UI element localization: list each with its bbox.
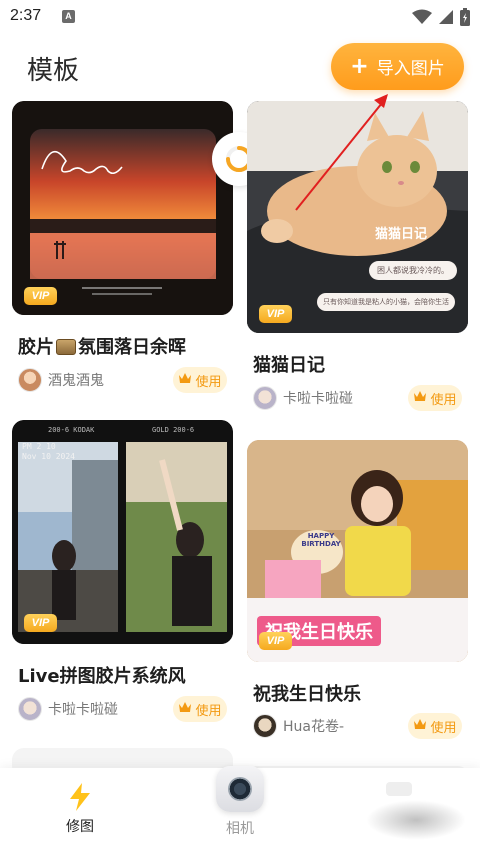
author: Hua花卷- bbox=[253, 714, 344, 738]
vip-badge: VIP bbox=[24, 287, 57, 305]
use-template-button[interactable]: 使用 bbox=[408, 713, 462, 739]
battery-icon bbox=[460, 8, 470, 26]
template-title: 猫猫日记 bbox=[253, 355, 325, 376]
vip-badge: VIP bbox=[24, 614, 57, 632]
author-name: Hua花卷- bbox=[283, 719, 345, 735]
status-time: 2:37 bbox=[10, 7, 42, 24]
sunset-film-image bbox=[12, 101, 233, 315]
cat-diary-heading: 猫猫日记 bbox=[375, 227, 428, 242]
crown-icon bbox=[413, 718, 427, 734]
nav-edit[interactable]: 修图 bbox=[60, 782, 100, 836]
lightning-icon bbox=[70, 783, 90, 811]
import-image-label: 导入图片 bbox=[376, 59, 445, 79]
template-thumbnail[interactable]: VIP bbox=[12, 101, 233, 315]
use-label: 使用 bbox=[195, 374, 222, 390]
template-title: 祝我生日快乐 bbox=[253, 684, 361, 705]
use-template-button[interactable]: 使用 bbox=[173, 367, 227, 393]
notification-a-icon: A bbox=[62, 10, 75, 23]
avatar bbox=[253, 714, 277, 738]
template-card[interactable]: 200-6 KODAK GOLD 200-6 PM 2 10 Nov 10 20… bbox=[12, 420, 233, 730]
author: 卡啦卡啦碰 bbox=[253, 386, 353, 410]
avatar bbox=[18, 368, 42, 392]
film-label: GOLD 200-6 bbox=[152, 426, 195, 434]
avatar bbox=[253, 386, 277, 410]
status-icons bbox=[412, 8, 470, 26]
camera-icon bbox=[216, 766, 264, 812]
use-label: 使用 bbox=[195, 703, 222, 719]
film-emoji-icon bbox=[56, 339, 76, 355]
film-label: 200-6 KODAK bbox=[48, 426, 95, 434]
author-name: 卡啦卡啦碰 bbox=[48, 702, 118, 718]
red-arrow-annotation bbox=[295, 94, 388, 211]
vip-badge: VIP bbox=[259, 305, 292, 323]
import-image-button[interactable]: + 导入图片 bbox=[331, 43, 464, 90]
nav-placeholder-icon bbox=[386, 782, 412, 796]
author: 酒鬼酒鬼 bbox=[18, 368, 104, 392]
watermark-smudge bbox=[366, 800, 466, 840]
crown-icon bbox=[413, 390, 427, 406]
use-template-button[interactable]: 使用 bbox=[173, 696, 227, 722]
nav-edit-label: 修图 bbox=[66, 819, 94, 835]
speech-bubble: 困人都说我冷冷的。 bbox=[369, 261, 457, 280]
avatar bbox=[18, 697, 42, 721]
page-title: 模板 bbox=[27, 56, 80, 86]
template-title-part: 氛围落日余晖 bbox=[78, 337, 186, 358]
template-thumbnail[interactable]: 200-6 KODAK GOLD 200-6 PM 2 10 Nov 10 20… bbox=[12, 420, 233, 644]
template-title: Live拼图胶片系统风 bbox=[18, 666, 186, 687]
template-title-part: 胶片 bbox=[18, 337, 54, 358]
template-title: 胶片 氛围落日余晖 bbox=[18, 333, 186, 359]
date-stamp: Nov 10 2024 bbox=[22, 452, 75, 461]
speech-bubble: 只有你知道我是粘人的小猫，会陪你生活 bbox=[317, 293, 455, 311]
author-name: 卡啦卡啦碰 bbox=[283, 391, 353, 407]
date-stamp: PM 2 10 bbox=[22, 442, 56, 451]
author: 卡啦卡啦碰 bbox=[18, 697, 118, 721]
signal-icon bbox=[439, 10, 453, 24]
crown-icon bbox=[178, 372, 192, 388]
author-name: 酒鬼酒鬼 bbox=[48, 373, 104, 389]
vip-badge: VIP bbox=[259, 632, 292, 650]
wifi-icon bbox=[412, 9, 432, 24]
nav-camera-label: 相机 bbox=[226, 821, 254, 837]
use-label: 使用 bbox=[430, 720, 457, 736]
template-thumbnail[interactable]: HAPPY BIRTHDAY 祝我生日快乐 VIP bbox=[247, 440, 468, 662]
use-label: 使用 bbox=[430, 392, 457, 408]
cake-text: HAPPY BIRTHDAY bbox=[301, 532, 341, 548]
use-template-button[interactable]: 使用 bbox=[408, 385, 462, 411]
status-bar: 2:37 A bbox=[0, 0, 480, 34]
nav-camera[interactable]: 相机 bbox=[212, 766, 268, 838]
crown-icon bbox=[178, 701, 192, 717]
plus-icon: + bbox=[350, 53, 369, 79]
template-card[interactable]: HAPPY BIRTHDAY 祝我生日快乐 VIP 祝我生日快乐 Hua花卷- … bbox=[247, 440, 468, 740]
template-card[interactable]: VIP 胶片 氛围落日余晖 酒鬼酒鬼 使用 bbox=[12, 101, 233, 401]
